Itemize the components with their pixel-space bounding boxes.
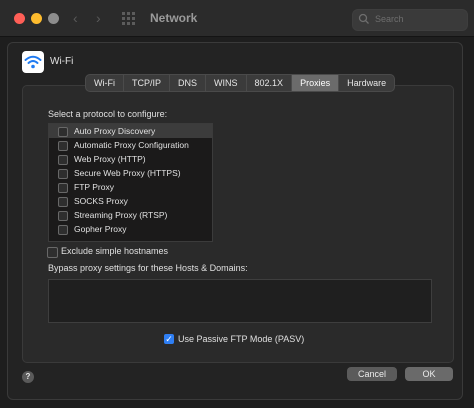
protocol-row[interactable]: Secure Web Proxy (HTTPS) [49,166,212,180]
tab-802-1x[interactable]: 802.1X [247,75,293,91]
forward-arrow-icon[interactable]: › [96,10,101,26]
search-field[interactable]: Search [352,9,468,31]
protocol-label: Streaming Proxy (RTSP) [74,210,168,220]
protocol-label: Auto Proxy Discovery [74,126,156,136]
protocol-checkbox[interactable] [58,225,68,235]
service-name: Wi-Fi [50,56,74,67]
minimize-window-button[interactable] [31,13,42,24]
title-bar: ‹ › Network Search [0,0,474,37]
protocol-row[interactable]: Auto Proxy Discovery [49,124,212,138]
wifi-icon [22,51,44,73]
passive-ftp-label: Use Passive FTP Mode (PASV) [178,334,305,344]
network-settings-sheet: Wi-Fi Wi-Fi TCP/IP DNS WINS 802.1X Proxies Har… [7,42,463,400]
bypass-hosts-textarea[interactable] [48,279,432,323]
tab-bar: Wi-Fi TCP/IP DNS WINS 802.1X Proxies Hardware [85,74,396,92]
protocol-list[interactable]: Auto Proxy Discovery Automatic Proxy Conf… [48,123,213,242]
cancel-button[interactable]: Cancel [347,367,397,381]
tab-proxies[interactable]: Proxies [292,75,340,91]
close-window-button[interactable] [14,13,25,24]
protocol-checkbox[interactable] [58,155,68,165]
protocol-row[interactable]: Gopher Proxy [49,222,212,236]
protocol-row[interactable]: SOCKS Proxy [49,194,212,208]
protocol-label: FTP Proxy [74,182,114,192]
search-icon [358,13,369,24]
protocol-row[interactable]: Web Proxy (HTTP) [49,152,212,166]
protocol-row[interactable]: FTP Proxy [49,180,212,194]
protocol-row[interactable]: Streaming Proxy (RTSP) [49,208,212,222]
bypass-label: Bypass proxy settings for these Hosts & … [48,263,248,273]
exclude-simple-hostnames-label: Exclude simple hostnames [61,246,169,256]
protocol-label: Web Proxy (HTTP) [74,154,146,164]
tab-wins[interactable]: WINS [206,75,247,91]
protocol-checkbox[interactable] [58,183,68,193]
help-button[interactable]: ? [22,371,34,383]
protocol-row[interactable]: Automatic Proxy Configuration [49,138,212,152]
protocol-checkbox[interactable] [58,141,68,151]
tab-wi-fi[interactable]: Wi-Fi [86,75,124,91]
search-placeholder: Search [375,14,404,24]
protocol-list-label: Select a protocol to configure: [48,109,168,119]
tab-tcp-ip[interactable]: TCP/IP [124,75,171,91]
ok-button[interactable]: OK [405,367,453,381]
protocol-label: Automatic Proxy Configuration [74,140,189,150]
protocol-checkbox[interactable] [58,211,68,221]
tab-dns[interactable]: DNS [170,75,207,91]
checkbox-icon[interactable] [47,247,58,258]
window-title: Network [150,11,198,25]
tab-hardware[interactable]: Hardware [339,75,394,91]
protocol-checkbox[interactable] [58,127,68,137]
checkmark-icon[interactable]: ✓ [164,334,174,344]
protocol-label: SOCKS Proxy [74,196,128,206]
protocol-label: Secure Web Proxy (HTTPS) [74,168,181,178]
back-arrow-icon[interactable]: ‹ [73,10,78,26]
protocol-checkbox[interactable] [58,169,68,179]
zoom-window-button[interactable] [48,13,59,24]
protocol-label: Gopher Proxy [74,224,127,234]
protocol-checkbox[interactable] [58,197,68,207]
show-all-grid-icon[interactable] [122,12,136,25]
